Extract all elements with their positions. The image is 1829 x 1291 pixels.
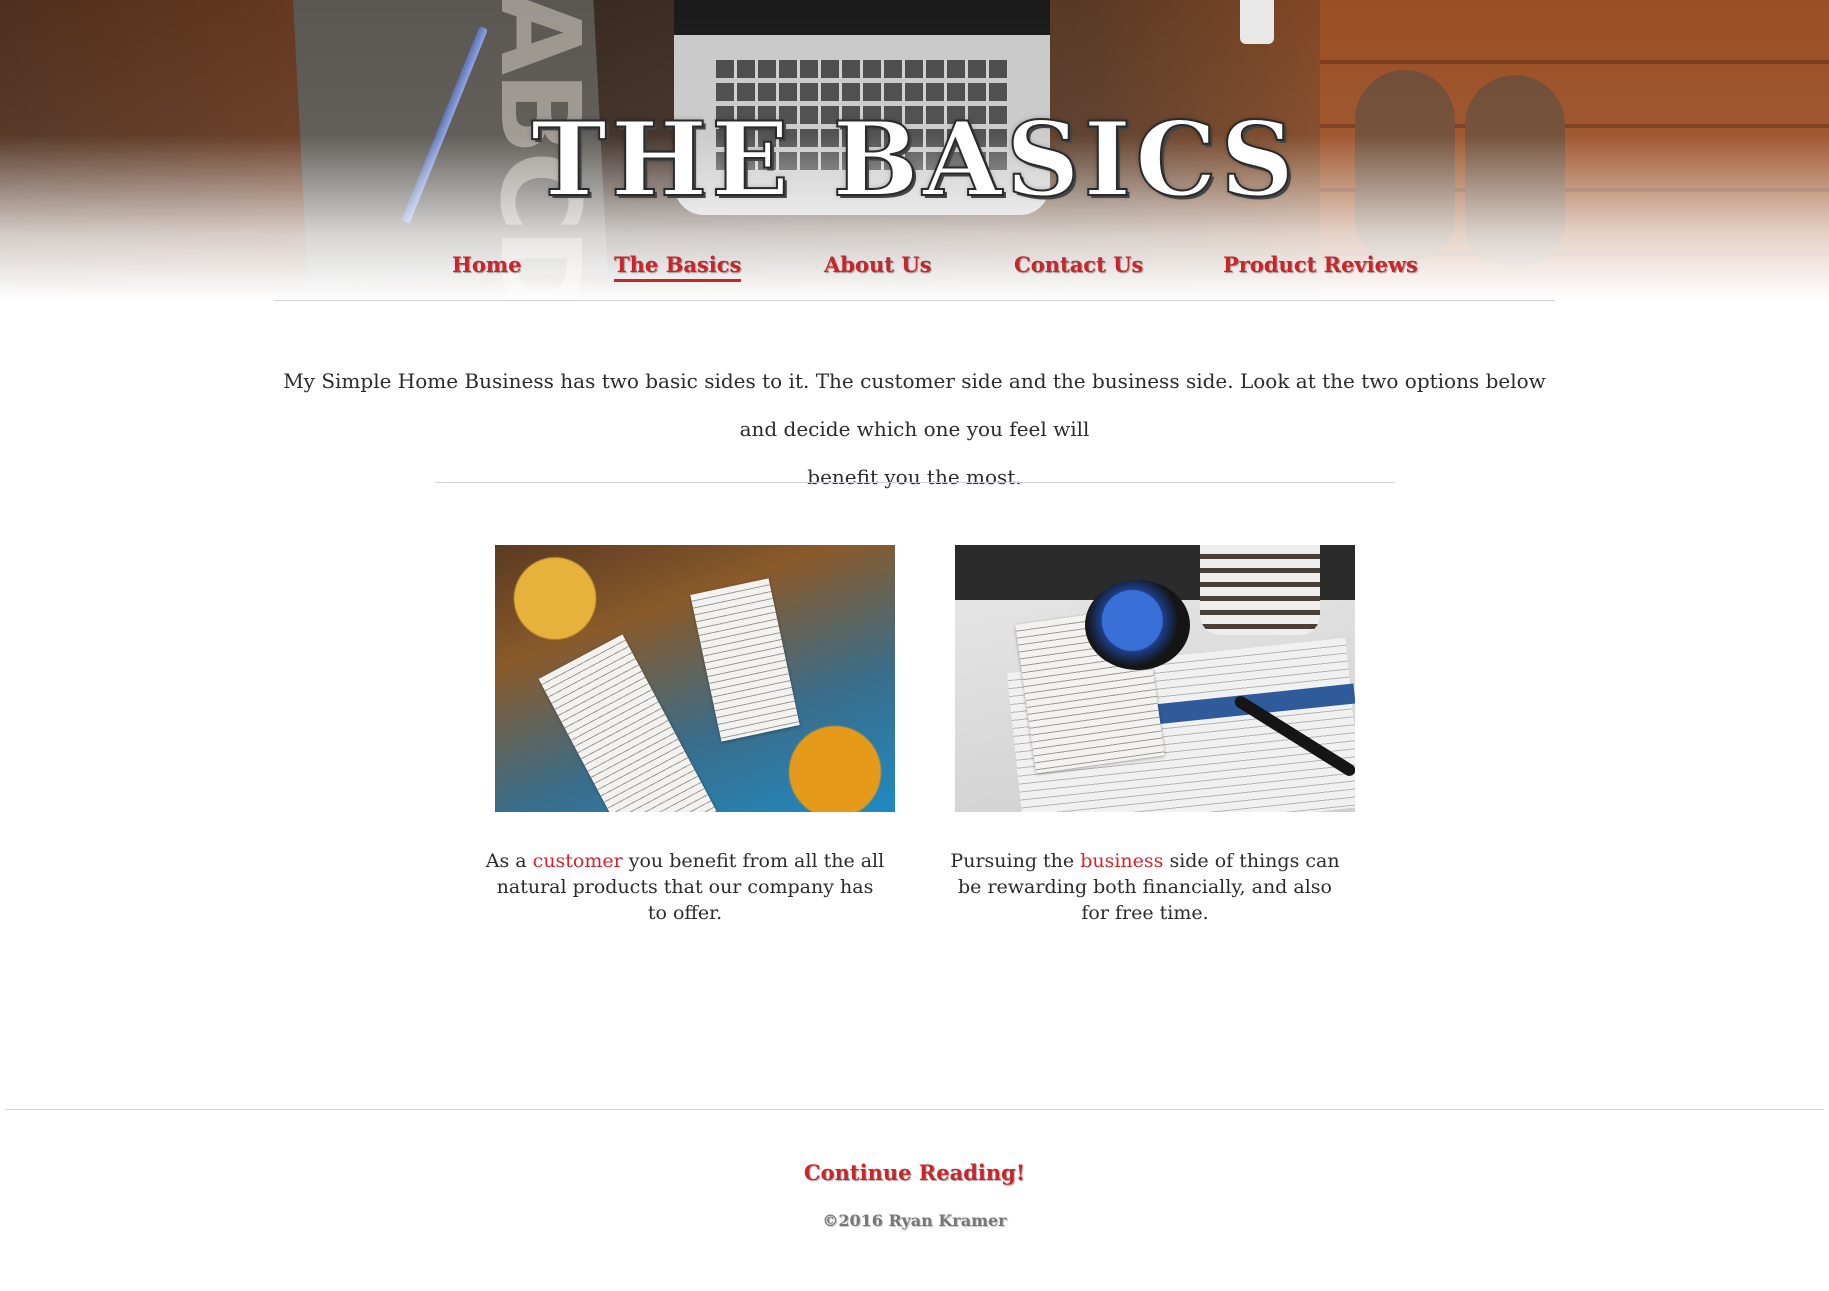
- site-title: THE BASICS: [530, 99, 1299, 221]
- business-highlight: business: [1080, 850, 1164, 872]
- nav-link-the-basics[interactable]: The Basics: [614, 252, 742, 282]
- main-navigation: Home The Basics About Us Contact Us Prod…: [0, 252, 1829, 292]
- copyright-text: ©2016 Ryan Kramer: [822, 1211, 1007, 1230]
- nav-link-contact-us[interactable]: Contact Us: [1014, 252, 1143, 277]
- customer-text-before: As a: [485, 850, 533, 872]
- business-image-mug: [1200, 545, 1320, 635]
- business-image-mouse: [1085, 580, 1190, 670]
- business-text-before: Pursuing the: [950, 850, 1081, 872]
- hero-photo-phone: [1240, 0, 1274, 44]
- intro-paragraph: My Simple Home Business has two basic si…: [270, 357, 1559, 501]
- customer-description: As a customer you benefit from all the a…: [485, 848, 885, 926]
- nav-divider: [274, 300, 1555, 301]
- intro-line: My Simple Home Business has two basic si…: [283, 369, 1546, 441]
- footer-divider: [5, 1109, 1824, 1110]
- business-description: Pursuing the business side of things can…: [945, 848, 1345, 926]
- nav-link-home[interactable]: Home: [452, 252, 521, 277]
- nav-link-product-reviews[interactable]: Product Reviews: [1223, 252, 1418, 277]
- intro-line: benefit you the most.: [807, 465, 1022, 489]
- continue-reading-link[interactable]: Continue Reading!: [0, 1160, 1829, 1185]
- nav-link-about-us[interactable]: About Us: [824, 252, 931, 277]
- customer-image: [495, 545, 895, 812]
- customer-highlight: customer: [532, 850, 623, 872]
- business-image: [955, 545, 1355, 812]
- intro-divider: [435, 482, 1395, 483]
